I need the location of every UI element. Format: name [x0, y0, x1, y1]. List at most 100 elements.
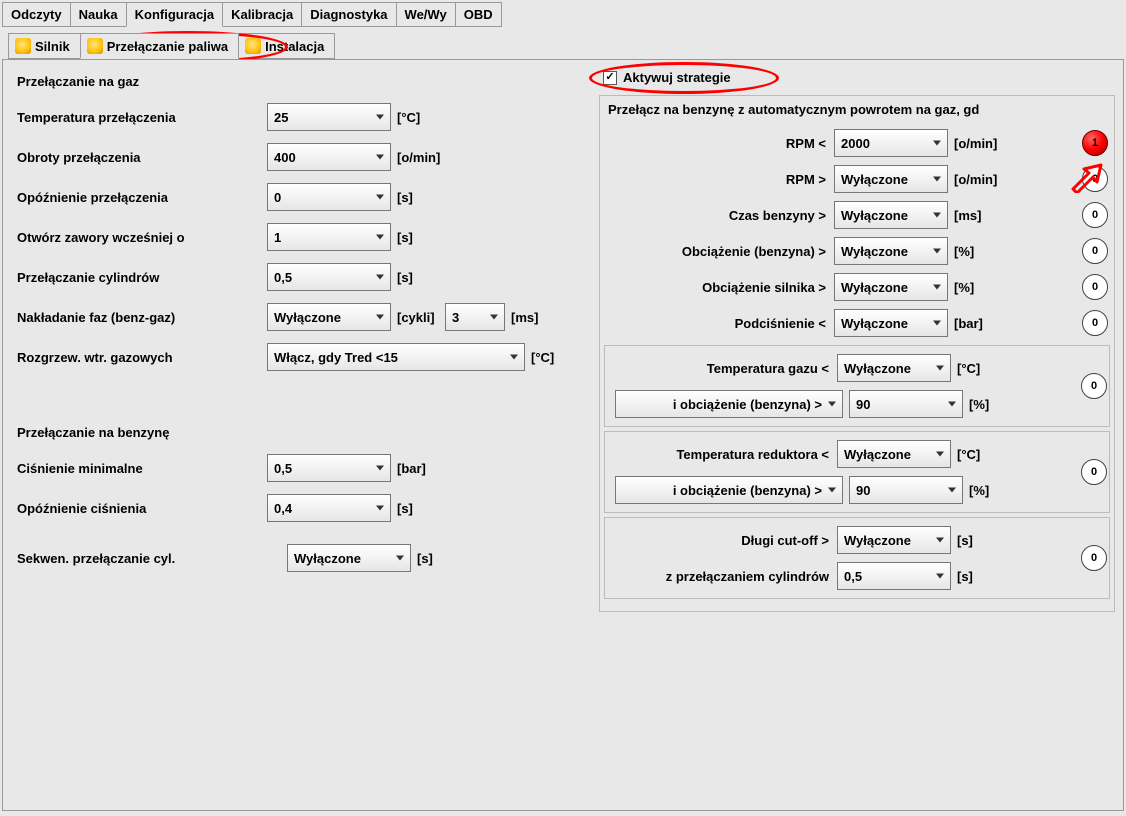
select-tred[interactable]: Wyłączone	[837, 440, 951, 468]
label-tred: Temperatura reduktora <	[609, 447, 837, 462]
subtab-instalacja[interactable]: Instalacja	[238, 33, 335, 59]
tab-wewy[interactable]: We/Wy	[396, 2, 456, 27]
strategy-title: Przełącz na benzynę z automatycznym powr…	[604, 100, 1110, 125]
unit-loade: [%]	[954, 280, 1010, 295]
unit-phase2: [ms]	[511, 310, 567, 325]
row-rpm-lt: RPM < 2000 [o/min] 1	[604, 125, 1110, 161]
select-cutoff-cyl[interactable]: 0,5	[837, 562, 951, 590]
unit-tgas: [°C]	[957, 361, 1013, 376]
badge-rpm-lt[interactable]: 1	[1082, 130, 1108, 156]
label-cutoff-cyl: z przełączaniem cylindrów	[609, 569, 837, 584]
label-loade: Obciążenie silnika >	[606, 280, 834, 295]
badge-pair1[interactable]: 0	[1081, 373, 1107, 399]
label-pdelay: Opóźnienie ciśnienia	[17, 501, 267, 516]
select-phase[interactable]: Wyłączone	[267, 303, 391, 331]
unit-seq: [s]	[417, 551, 473, 566]
badge-vac[interactable]: 0	[1082, 310, 1108, 336]
select-cyl[interactable]: 0,5	[267, 263, 391, 291]
badge-tbenz[interactable]: 0	[1082, 202, 1108, 228]
label-pmin: Ciśnienie minimalne	[17, 461, 267, 476]
select-tgas[interactable]: Wyłączone	[837, 354, 951, 382]
tab-odczyty[interactable]: Odczyty	[2, 2, 71, 27]
badge-pair3[interactable]: 0	[1081, 545, 1107, 571]
badge-pair2[interactable]: 0	[1081, 459, 1107, 485]
tab-kalibracja[interactable]: Kalibracja	[222, 2, 302, 27]
subtab-silnik[interactable]: Silnik	[8, 33, 81, 59]
row-temp: Temperatura przełączenia 25 [°C]	[11, 97, 589, 137]
unit-phase1: [cykli]	[397, 310, 445, 325]
unit-valves: [s]	[397, 230, 453, 245]
select-cutoff[interactable]: Wyłączone	[837, 526, 951, 554]
row-valves: Otwórz zawory wcześniej o 1 [s]	[11, 217, 589, 257]
label-cutoff: Długi cut-off >	[609, 533, 837, 548]
select-loadb[interactable]: Wyłączone	[834, 237, 948, 265]
select-rpm-lt[interactable]: 2000	[834, 129, 948, 157]
label-loadb: Obciążenie (benzyna) >	[606, 244, 834, 259]
select-loadb2-label[interactable]: i obciążenie (benzyna) >	[615, 390, 843, 418]
unit-cutoff: [s]	[957, 533, 1013, 548]
badge-rpm-gt[interactable]: 0	[1082, 166, 1108, 192]
tab-konfiguracja[interactable]: Konfiguracja	[126, 2, 223, 27]
select-rpm-gt[interactable]: Wyłączone	[834, 165, 948, 193]
unit-loadb2: [%]	[969, 397, 1025, 412]
subtab-przelaczanie-paliwa[interactable]: Przełączanie paliwa	[80, 33, 239, 59]
row-rpm: Obroty przełączenia 400 [o/min]	[11, 137, 589, 177]
unit-tred: [°C]	[957, 447, 1013, 462]
tab-obd[interactable]: OBD	[455, 2, 502, 27]
label-tbenz: Czas benzyny >	[606, 208, 834, 223]
select-phase2[interactable]: 3	[445, 303, 505, 331]
label-rpm-lt: RPM <	[606, 136, 834, 151]
select-tbenz[interactable]: Wyłączone	[834, 201, 948, 229]
unit-temp: [°C]	[397, 110, 453, 125]
select-loadb3[interactable]: 90	[849, 476, 963, 504]
checkbox-activate[interactable]	[603, 71, 617, 85]
section-petrol-title: Przełączanie na benzynę	[11, 421, 589, 448]
label-seq: Sekwen. przełączanie cyl.	[17, 551, 287, 566]
select-warmup[interactable]: Włącz, gdy Tred <15	[267, 343, 525, 371]
label-cyl: Przełączanie cylindrów	[17, 270, 267, 285]
select-temp[interactable]: 25	[267, 103, 391, 131]
unit-delay: [s]	[397, 190, 453, 205]
unit-rpm-lt: [o/min]	[954, 136, 1010, 151]
select-vac[interactable]: Wyłączone	[834, 309, 948, 337]
pair-reducer-temp: Temperatura reduktora < Wyłączone [°C] i…	[604, 431, 1110, 513]
gear-icon	[87, 38, 103, 54]
row-loade: Obciążenie silnika > Wyłączone [%] 0	[604, 269, 1110, 305]
select-seq[interactable]: Wyłączone	[287, 544, 411, 572]
tab-nauka[interactable]: Nauka	[70, 2, 127, 27]
badge-loade[interactable]: 0	[1082, 274, 1108, 300]
gear-icon	[15, 38, 31, 54]
select-pdelay[interactable]: 0,4	[267, 494, 391, 522]
select-loadb2[interactable]: 90	[849, 390, 963, 418]
unit-rpm: [o/min]	[397, 150, 453, 165]
unit-warmup: [°C]	[531, 350, 587, 365]
select-delay[interactable]: 0	[267, 183, 391, 211]
label-tgas: Temperatura gazu <	[609, 361, 837, 376]
unit-cutoff-cyl: [s]	[957, 569, 1013, 584]
row-phase: Nakładanie faz (benz-gaz) Wyłączone [cyk…	[11, 297, 589, 337]
row-warmup: Rozgrzew. wtr. gazowych Włącz, gdy Tred …	[11, 337, 589, 377]
label-rpm-gt: RPM >	[606, 172, 834, 187]
select-pmin[interactable]: 0,5	[267, 454, 391, 482]
unit-pdelay: [s]	[397, 501, 453, 516]
row-pdelay: Opóźnienie ciśnienia 0,4 [s]	[11, 488, 589, 528]
row-rpm-gt: RPM > Wyłączone [o/min] 0	[604, 161, 1110, 197]
unit-rpm-gt: [o/min]	[954, 172, 1010, 187]
unit-vac: [bar]	[954, 316, 1010, 331]
right-column: Aktywuj strategie Przełącz na benzynę z …	[599, 70, 1115, 790]
badge-loadb[interactable]: 0	[1082, 238, 1108, 264]
label-phase: Nakładanie faz (benz-gaz)	[17, 310, 267, 325]
select-loade[interactable]: Wyłączone	[834, 273, 948, 301]
select-loadb3-label[interactable]: i obciążenie (benzyna) >	[615, 476, 843, 504]
tab-diagnostyka[interactable]: Diagnostyka	[301, 2, 396, 27]
unit-loadb3: [%]	[969, 483, 1025, 498]
section-gas-title: Przełączanie na gaz	[11, 70, 589, 97]
pair-cutoff: Długi cut-off > Wyłączone [s] z przełącz…	[604, 517, 1110, 599]
label-delay: Opóźnienie przełączenia	[17, 190, 267, 205]
select-rpm[interactable]: 400	[267, 143, 391, 171]
sub-tabs: Silnik Przełączanie paliwa Instalacja	[0, 27, 1126, 59]
label-warmup: Rozgrzew. wtr. gazowych	[17, 350, 267, 365]
select-valves[interactable]: 1	[267, 223, 391, 251]
content-panel: Przełączanie na gaz Temperatura przełącz…	[2, 59, 1124, 811]
unit-tbenz: [ms]	[954, 208, 1010, 223]
